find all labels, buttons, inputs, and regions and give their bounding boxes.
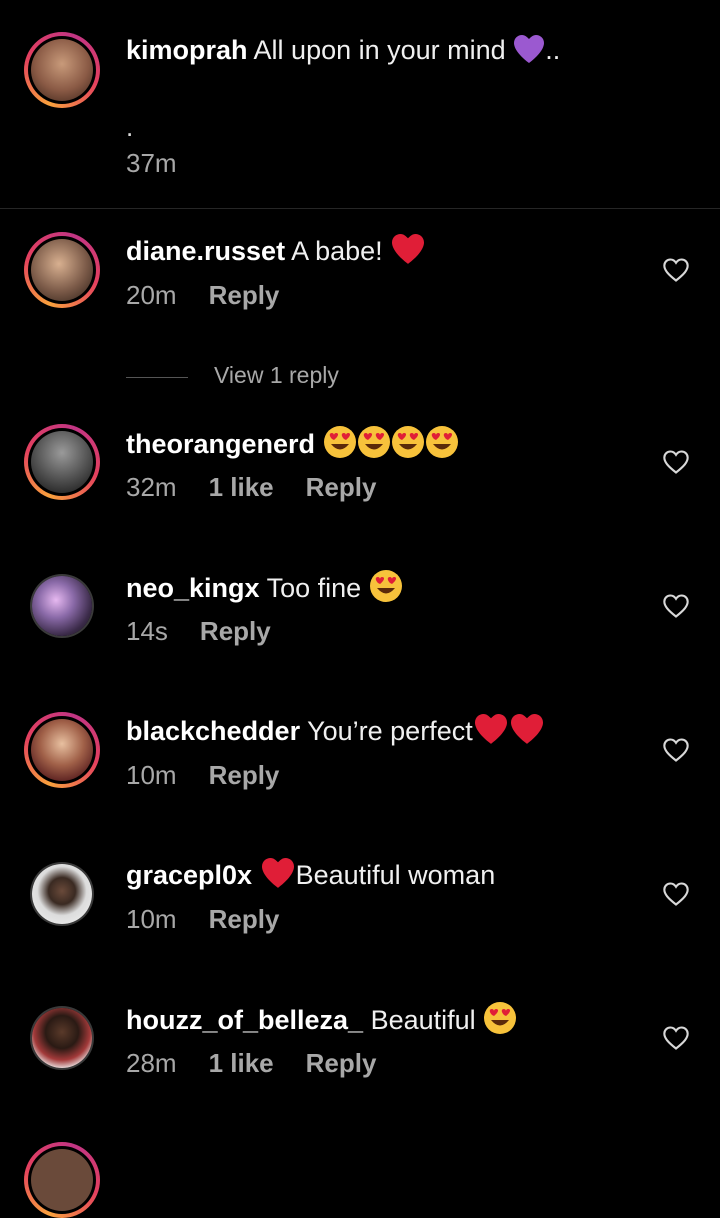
reply-button[interactable]: Reply — [209, 904, 280, 934]
username[interactable]: houzz_of_belleza_ — [126, 1005, 363, 1035]
heart-outline-icon[interactable] — [662, 256, 690, 284]
view-replies-label: View 1 reply — [214, 362, 339, 388]
reply-button[interactable]: Reply — [209, 280, 280, 310]
heart-outline-icon[interactable] — [662, 448, 690, 476]
heart-eyes-face-icon — [484, 1002, 517, 1034]
username[interactable]: gracepl0x — [126, 860, 252, 890]
heart-outline-icon[interactable] — [662, 880, 690, 908]
reply-button[interactable]: Reply — [209, 760, 280, 790]
reply-button[interactable]: Reply — [306, 472, 377, 502]
avatar[interactable] — [24, 32, 100, 108]
heart-eyes-face-icon — [369, 570, 402, 602]
comment-text: neo_kingx Too fine — [126, 569, 403, 606]
profile-photo — [32, 864, 92, 924]
profile-photo — [31, 719, 93, 781]
comment-time: 20m — [126, 280, 177, 310]
username[interactable]: theorangenerd — [126, 429, 315, 459]
caption-text: kimoprah All upon in your mind .. — [126, 32, 560, 68]
reply-button[interactable]: Reply — [200, 616, 271, 646]
caption-suffix: .. — [545, 35, 561, 65]
comment-body: Too fine — [266, 573, 362, 603]
heart-outline-icon[interactable] — [662, 592, 690, 620]
profile-photo — [31, 239, 93, 301]
comment-text: theorangenerd — [126, 425, 459, 462]
comment-time: 32m — [126, 472, 177, 502]
avatar[interactable] — [30, 1006, 94, 1070]
comment-time: 10m — [126, 760, 177, 790]
avatar[interactable] — [30, 862, 94, 926]
comment-text: diane.russet A babe! — [126, 233, 426, 269]
heart-eyes-face-icon — [323, 426, 356, 458]
avatar[interactable] — [24, 232, 100, 308]
username[interactable]: kimoprah — [126, 35, 248, 65]
red-heart-icon — [392, 234, 425, 264]
heart-eyes-face-icon — [357, 426, 390, 458]
comment-body: Beautiful — [370, 1005, 476, 1035]
comment-meta: 20m Reply — [126, 280, 311, 311]
comment-text: gracepl0x Beautiful woman — [126, 857, 495, 893]
comment-text: blackchedder You’re perfect — [126, 713, 545, 749]
red-heart-icon — [510, 714, 543, 744]
likes-count[interactable]: 1 like — [209, 1048, 274, 1078]
comment-meta: 32m 1 like Reply — [126, 472, 408, 503]
heart-outline-icon[interactable] — [662, 736, 690, 764]
profile-photo — [31, 39, 93, 101]
heart-outline-icon[interactable] — [662, 1024, 690, 1052]
profile-photo — [31, 431, 93, 493]
heart-eyes-emojis — [323, 426, 459, 459]
heart-eyes-face-icon — [425, 426, 458, 458]
purple-heart-icon — [514, 35, 545, 63]
red-heart-icon — [474, 714, 507, 744]
heart-eyes-face-icon — [391, 426, 424, 458]
comment-meta: 10m Reply — [126, 904, 311, 935]
comment-time: 14s — [126, 616, 168, 646]
avatar[interactable] — [24, 1142, 100, 1218]
profile-photo — [32, 576, 92, 636]
caption-time: 37m — [126, 148, 177, 178]
comment-time: 28m — [126, 1048, 177, 1078]
comment-time: 10m — [126, 904, 177, 934]
comment-body: You’re perfect — [307, 716, 473, 746]
caption-body: All upon in your mind — [253, 35, 506, 65]
comment-meta: 28m 1 like Reply — [126, 1048, 408, 1079]
post-caption: kimoprah All upon in your mind .. . 37m — [0, 0, 720, 208]
avatar[interactable] — [24, 712, 100, 788]
likes-count[interactable]: 1 like — [209, 472, 274, 502]
profile-photo — [31, 1149, 93, 1211]
comment-meta: 10m Reply — [126, 760, 311, 791]
red-heart-icon — [261, 858, 294, 888]
username[interactable]: blackchedder — [126, 716, 300, 746]
profile-photo — [32, 1008, 92, 1068]
divider — [0, 208, 720, 209]
comment-text: houzz_of_belleza_ Beautiful — [126, 1001, 517, 1038]
reply-button[interactable]: Reply — [306, 1048, 377, 1078]
username[interactable]: neo_kingx — [126, 573, 260, 603]
avatar[interactable] — [30, 574, 94, 638]
username[interactable]: diane.russet — [126, 236, 285, 266]
reply-thread-line — [126, 377, 188, 378]
comment-body: A babe! — [291, 236, 383, 266]
comment-meta: 14s Reply — [126, 616, 303, 647]
avatar[interactable] — [24, 424, 100, 500]
caption-dot: . — [126, 112, 134, 142]
comment-body: Beautiful woman — [295, 860, 496, 890]
